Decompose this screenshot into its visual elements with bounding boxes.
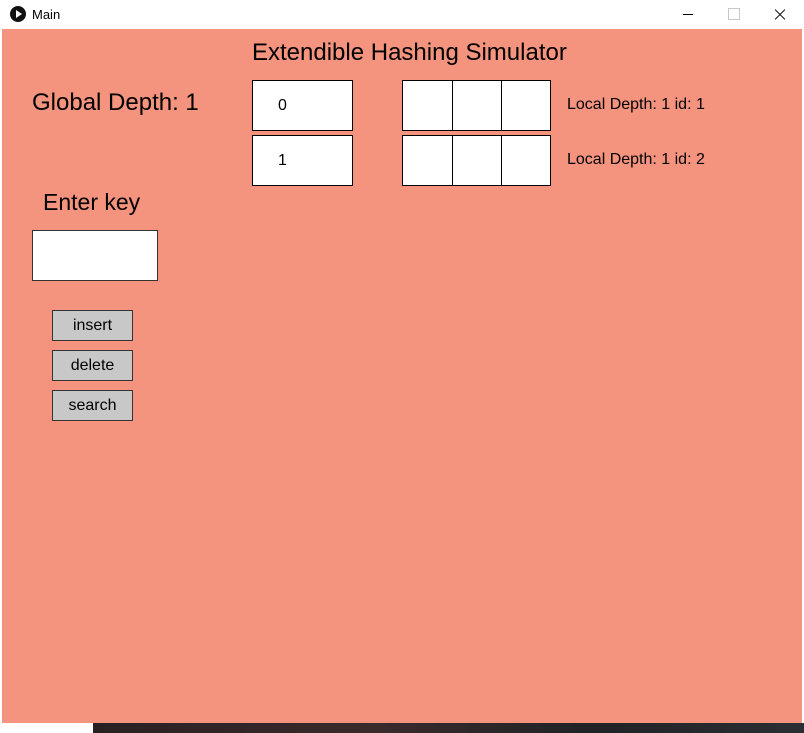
desktop-taskbar [93, 723, 804, 733]
insert-button[interactable]: insert [52, 310, 133, 341]
search-button[interactable]: search [52, 390, 133, 421]
enter-key-label: Enter key [43, 189, 141, 215]
minimize-button[interactable] [665, 0, 711, 29]
bucket-slot [452, 135, 502, 186]
bucket-slot [402, 135, 453, 186]
bucket-slot [402, 80, 453, 131]
bucket-slot [501, 135, 551, 186]
page-title: Extendible Hashing Simulator [252, 39, 567, 66]
directory-entry: 1 [252, 135, 353, 186]
bucket-slot [452, 80, 502, 131]
key-input[interactable] [32, 230, 158, 281]
global-depth-label: Global Depth: 1 [32, 89, 199, 116]
play-circle-icon [10, 6, 26, 22]
directory-entry: 0 [252, 80, 353, 131]
close-button[interactable] [757, 0, 803, 29]
delete-button[interactable]: delete [52, 350, 133, 381]
window-titlebar: Main [0, 0, 804, 29]
maximize-button[interactable] [711, 0, 757, 29]
bucket-local-depth-label: Local Depth: 1 id: 1 [567, 96, 705, 113]
bucket [402, 80, 553, 131]
bucket-slot [501, 80, 551, 131]
bucket-local-depth-label: Local Depth: 1 id: 2 [567, 151, 705, 168]
bucket [402, 135, 553, 186]
window-title: Main [32, 7, 61, 22]
